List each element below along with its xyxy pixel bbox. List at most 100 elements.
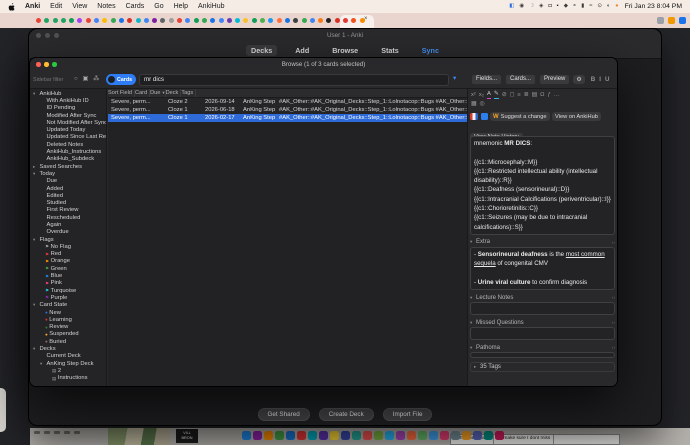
sidebar-item[interactable]: ⚑ No Flag — [30, 243, 106, 250]
field-content[interactable] — [470, 352, 615, 358]
tab-close-icon[interactable]: × — [364, 16, 368, 22]
expander-arrow-icon[interactable]: ▾ — [33, 237, 38, 243]
tab-favicon[interactable] — [293, 18, 298, 23]
dock-app-icon[interactable] — [363, 431, 372, 440]
sidebar-item[interactable]: With AnkiHub ID — [30, 97, 106, 104]
main-nav-item[interactable]: Decks — [246, 45, 277, 56]
html-editor-icon[interactable]: ‹› — [612, 295, 615, 300]
dock-app-icon[interactable] — [396, 431, 405, 440]
format-icon[interactable]: x² — [471, 92, 476, 99]
sidebar-item[interactable]: Studied — [30, 199, 106, 206]
menu-item[interactable]: AnkiHub — [198, 3, 224, 10]
format-icon[interactable]: ◎ — [479, 101, 484, 107]
tab-favicon[interactable] — [210, 18, 215, 23]
format-icon[interactable]: … — [554, 92, 560, 99]
sidebar-item[interactable]: Edited — [30, 192, 106, 199]
expander-arrow-icon[interactable]: ▾ — [40, 361, 45, 367]
column-header[interactable]: Card — [135, 89, 150, 97]
deck-action-button[interactable]: Get Shared — [258, 408, 310, 421]
dock-app-icon[interactable] — [495, 431, 504, 440]
column-header[interactable]: Sort Field — [108, 89, 135, 97]
browser-toolbar-icon[interactable] — [657, 17, 664, 24]
tab-favicon[interactable] — [36, 18, 41, 23]
format-icon[interactable]: ✎ — [494, 91, 499, 99]
field-content[interactable] — [470, 302, 615, 315]
main-nav-item[interactable]: Sync — [417, 45, 444, 56]
tab-favicon[interactable] — [318, 18, 323, 23]
sidebar-item[interactable]: Modified After Sync — [30, 112, 106, 119]
sidebar-item[interactable]: Deleted Notes — [30, 141, 106, 148]
tab-favicon[interactable] — [160, 18, 165, 23]
html-editor-icon[interactable]: ‹› — [612, 345, 615, 350]
search-history-chevron-icon[interactable]: ▾ — [453, 75, 456, 83]
expander-arrow-icon[interactable]: ▸ — [33, 164, 38, 170]
cards-notes-toggle[interactable]: Cards — [106, 74, 136, 85]
sidebar-item[interactable]: ⚑ Green — [30, 265, 106, 272]
tab-favicon[interactable] — [152, 18, 157, 23]
dock-app-icon[interactable] — [462, 431, 471, 440]
tab-favicon[interactable] — [260, 18, 265, 23]
fields-button[interactable]: Fields... — [471, 74, 502, 85]
main-nav-item[interactable]: Add — [290, 45, 314, 56]
sidebar-item[interactable]: ● Buried — [30, 338, 106, 345]
deck-action-button[interactable]: Create Deck — [319, 408, 374, 421]
sidebar-item[interactable]: Updated Since Last Review — [30, 134, 106, 141]
format-icon[interactable]: ◻ — [510, 92, 515, 99]
addon-icon[interactable] — [481, 113, 488, 120]
sidebar-item[interactable]: Again — [30, 221, 106, 228]
sidebar-item[interactable]: First Review — [30, 207, 106, 214]
tab-favicon[interactable] — [343, 18, 348, 23]
format-icon[interactable]: Ω — [540, 92, 544, 99]
sidebar-item[interactable]: AnkiHub_Subdeck — [30, 156, 106, 163]
menu-item[interactable]: Help — [174, 3, 188, 10]
menu-item[interactable]: Notes — [97, 3, 115, 10]
status-icon[interactable]: ◉ — [519, 4, 524, 9]
dock-app-icon[interactable] — [352, 431, 361, 440]
field-content[interactable] — [470, 327, 615, 340]
tab-favicon[interactable] — [94, 18, 99, 23]
tab-favicon[interactable] — [302, 18, 307, 23]
sidebar-item[interactable]: ▾ Decks — [30, 345, 106, 352]
tab-favicon[interactable] — [243, 18, 248, 23]
tab-favicon[interactable] — [61, 18, 66, 23]
card-row[interactable]: Severe, perm... Cloze 1 2026-06-18 AnKin… — [108, 106, 467, 114]
sidebar-tool-icon[interactable]: ○ — [74, 74, 78, 84]
tab-favicon[interactable] — [177, 18, 182, 23]
sidebar-item[interactable]: ⚑ Orange — [30, 258, 106, 265]
dock-app-icon[interactable] — [308, 431, 317, 440]
sidebar-item[interactable]: ▾ Today — [30, 170, 106, 177]
status-icon[interactable]: ≈ — [589, 4, 592, 9]
format-icon[interactable]: U — [605, 76, 609, 83]
status-icon[interactable]: ◘ — [548, 4, 551, 9]
sidebar-item[interactable]: ID Pending — [30, 105, 106, 112]
main-window-titlebar[interactable]: User 1 - Anki — [29, 29, 661, 42]
status-icon[interactable]: ⊙ — [597, 4, 602, 9]
dock-app-icon[interactable] — [253, 431, 262, 440]
dock-app-icon[interactable] — [275, 431, 284, 440]
format-icon[interactable]: B — [591, 76, 595, 83]
sidebar-tool-icon[interactable]: ▣ — [83, 74, 89, 84]
tab-favicon[interactable] — [335, 18, 340, 23]
status-icon[interactable]: ◈ — [539, 4, 543, 9]
sidebar-item[interactable]: ▾ Flags — [30, 236, 106, 243]
dock-app-icon[interactable] — [473, 431, 482, 440]
sidebar-item[interactable]: ▸ Saved Searches — [30, 163, 106, 170]
traffic-lights[interactable] — [36, 62, 57, 67]
sidebar-item[interactable]: Updated Today — [30, 126, 106, 133]
sidebar-item[interactable]: ▤ 2 — [30, 367, 106, 374]
tab-favicon[interactable] — [326, 18, 331, 23]
dock-app-icon[interactable] — [385, 431, 394, 440]
expander-arrow-icon[interactable]: ▾ — [33, 171, 38, 177]
tab-favicon[interactable] — [119, 18, 124, 23]
format-icon[interactable]: ⊘ — [502, 92, 507, 99]
tab-favicon[interactable] — [202, 18, 207, 23]
tab-favicon[interactable] — [77, 18, 82, 23]
sidebar-item[interactable]: AnkiHub_Instructions — [30, 148, 106, 155]
sidebar-item[interactable]: ▾ AnKing Step Deck — [30, 360, 106, 367]
sidebar-item[interactable]: ● Suspended — [30, 331, 106, 338]
menu-item[interactable]: View — [72, 3, 87, 10]
field-content[interactable]: mnemonic MR DICS: {{c1::Microcephaly::M}… — [470, 136, 615, 235]
status-icon[interactable]: ▪ — [557, 4, 559, 9]
search-input[interactable] — [139, 74, 449, 86]
tab-favicon[interactable] — [136, 18, 141, 23]
